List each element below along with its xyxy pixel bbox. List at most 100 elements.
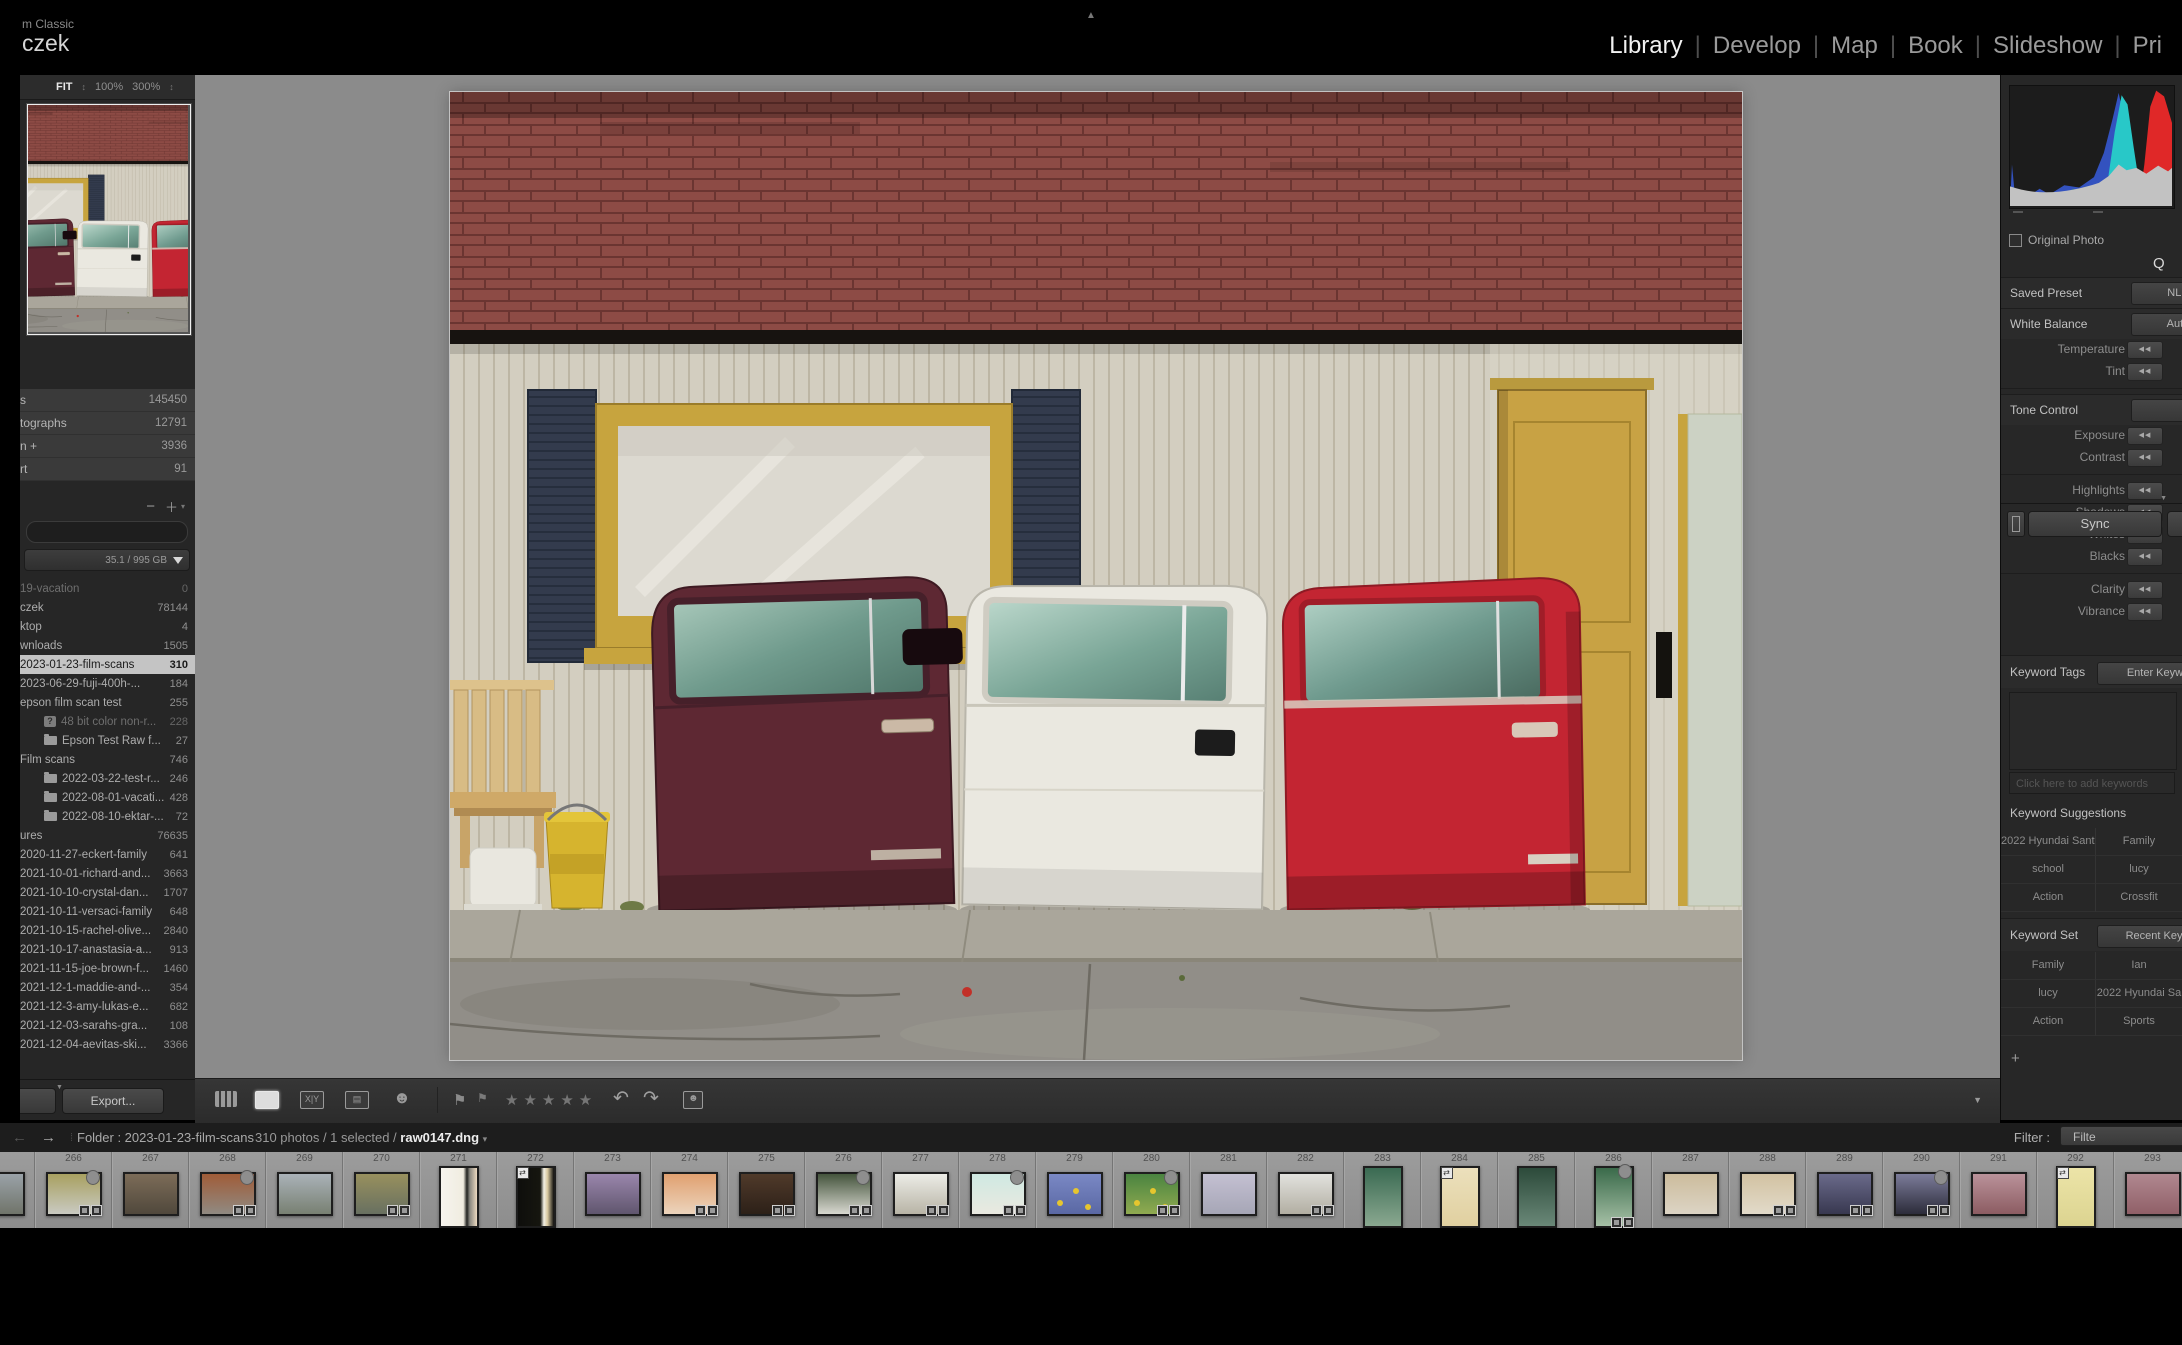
filmstrip-thumbnail[interactable]	[970, 1172, 1026, 1216]
add-folder-plus-icon[interactable]: ＋	[165, 497, 178, 516]
filter-dropdown[interactable]: Filte	[2060, 1126, 2182, 1146]
develop-badge-icon[interactable]	[399, 1205, 410, 1216]
folder-item[interactable]: 2022-03-22-test-r...246	[20, 769, 195, 788]
keyword-badge-icon[interactable]	[1611, 1217, 1622, 1228]
develop-badge-icon[interactable]	[861, 1205, 872, 1216]
folder-item[interactable]: 19-vacation0	[20, 579, 195, 598]
folder-item[interactable]: 2023-01-23-film-scans310	[20, 655, 195, 674]
add-panel-plus-icon[interactable]: +	[2011, 1050, 2020, 1067]
navigator-zoom-100[interactable]: 100%	[95, 81, 123, 93]
keyword-badge-icon[interactable]	[772, 1205, 783, 1216]
filmstrip-thumbnail[interactable]	[585, 1172, 641, 1216]
keyword-suggestion-button[interactable]: school	[2001, 856, 2096, 884]
folder-item[interactable]: ures76635	[20, 826, 195, 845]
folder-item[interactable]: 2023-06-29-fuji-400h-...184	[20, 674, 195, 693]
filmstrip-thumbnail[interactable]	[200, 1172, 256, 1216]
grid-view-icon[interactable]	[215, 1091, 237, 1107]
folder-item[interactable]: epson film scan test255	[20, 693, 195, 712]
filmstrip-cell[interactable]: 277	[882, 1152, 959, 1228]
saved-preset-dropdown[interactable]: NLP	[2131, 282, 2182, 305]
keyword-badge-icon[interactable]	[1311, 1205, 1322, 1216]
folder-item[interactable]: 2021-11-15-joe-brown-f...1460	[20, 959, 195, 978]
develop-badge-icon[interactable]	[1015, 1205, 1026, 1216]
keyword-set-dropdown[interactable]: Recent Keyw	[2097, 925, 2182, 948]
filmstrip-thumbnail[interactable]	[1517, 1166, 1557, 1228]
keyword-badge-icon[interactable]	[695, 1205, 706, 1216]
survey-view-icon[interactable]: ▤	[345, 1091, 369, 1109]
develop-badge-icon[interactable]	[1939, 1205, 1950, 1216]
filmstrip-cell[interactable]: 289	[1806, 1152, 1883, 1228]
filmstrip-thumbnail[interactable]	[123, 1172, 179, 1216]
compare-view-icon[interactable]: X|Y	[300, 1091, 324, 1109]
filmstrip-cell[interactable]: 286	[1575, 1152, 1652, 1228]
keyword-badge-icon[interactable]	[1003, 1205, 1014, 1216]
module-book[interactable]: Book	[1908, 32, 1963, 59]
navigator-preview[interactable]	[27, 104, 191, 335]
folder-item[interactable]: 2022-08-10-ektar-...72	[20, 807, 195, 826]
catalog-item[interactable]: n +3936	[20, 435, 195, 458]
filmstrip-cell[interactable]: 290	[1883, 1152, 1960, 1228]
import-button[interactable]	[20, 1088, 56, 1114]
keyword-set-button[interactable]: Ian	[2096, 952, 2182, 980]
keyword-badge-icon[interactable]	[1773, 1205, 1784, 1216]
filmstrip-cell[interactable]: 285	[1498, 1152, 1575, 1228]
filmstrip-thumbnail[interactable]	[1201, 1172, 1257, 1216]
filmstrip-cell[interactable]: 272	[497, 1152, 574, 1228]
filmstrip-thumbnail[interactable]	[816, 1172, 872, 1216]
photo-canvas[interactable]	[450, 92, 1742, 1060]
filmstrip-thumbnail[interactable]	[739, 1172, 795, 1216]
keyword-suggestion-button[interactable]: 2022 Hyundai Sant...	[2001, 828, 2096, 856]
folder-item[interactable]: 2021-10-17-anastasia-a...913	[20, 940, 195, 959]
develop-badge-icon[interactable]	[938, 1205, 949, 1216]
keyword-badge-icon[interactable]	[849, 1205, 860, 1216]
decrement-button[interactable]: ◀◀	[2127, 341, 2163, 359]
zoom-toggle-icon[interactable]: ↕	[169, 82, 174, 92]
catalog-item[interactable]: s145450	[20, 389, 195, 412]
keyword-badge-icon[interactable]	[1927, 1205, 1938, 1216]
develop-badge-icon[interactable]	[91, 1205, 102, 1216]
keyword-badge-icon[interactable]	[233, 1205, 244, 1216]
filmstrip-cell[interactable]: 271	[420, 1152, 497, 1228]
decrement-button[interactable]: ◀◀	[2127, 449, 2163, 467]
filmstrip-thumbnail[interactable]	[1894, 1172, 1950, 1216]
module-pri[interactable]: Pri	[2133, 32, 2162, 59]
keyword-set-button[interactable]: Sports	[2096, 1008, 2182, 1036]
folder-item[interactable]: Film scans746	[20, 750, 195, 769]
white-balance-dropdown[interactable]: Auto	[2131, 313, 2182, 336]
toolbar-options-caret-icon[interactable]: ▼	[1973, 1095, 1982, 1105]
back-arrow-icon[interactable]: ←	[12, 1129, 27, 1146]
filmstrip-thumbnail[interactable]	[662, 1172, 718, 1216]
navigator-zoom-300[interactable]: 300%	[132, 81, 160, 93]
auto-tone-button[interactable]	[2131, 399, 2182, 422]
keyword-entry-box[interactable]	[2009, 692, 2177, 770]
filmstrip-thumbnail[interactable]	[1047, 1172, 1103, 1216]
histogram[interactable]	[2009, 85, 2175, 209]
decrement-button[interactable]: ◀◀	[2127, 427, 2163, 445]
navigator-fit-button[interactable]: FIT	[56, 81, 73, 93]
develop-badge-icon[interactable]	[1785, 1205, 1796, 1216]
add-folder-caret-icon[interactable]: ▾	[181, 502, 185, 511]
folder-item[interactable]: 2021-10-11-versaci-family648	[20, 902, 195, 921]
folder-item[interactable]: 2020-11-27-eckert-family641	[20, 845, 195, 864]
volume-browser[interactable]: 35.1 / 995 GB	[24, 549, 190, 571]
filmstrip-thumbnail[interactable]	[2056, 1166, 2096, 1228]
original-photo-checkbox[interactable]	[2009, 234, 2022, 247]
filmstrip-thumbnail[interactable]	[1663, 1172, 1719, 1216]
filmstrip-thumbnail[interactable]	[1440, 1166, 1480, 1228]
filmstrip-cell[interactable]: 267	[112, 1152, 189, 1228]
filmstrip-cell[interactable]: 278	[959, 1152, 1036, 1228]
decrement-button[interactable]: ◀◀	[2127, 548, 2163, 566]
folder-item[interactable]: 2021-10-15-rachel-olive...2840	[20, 921, 195, 940]
keyword-suggestion-button[interactable]: Action	[2001, 884, 2096, 912]
module-library[interactable]: Library	[1609, 32, 1682, 59]
keyword-badge-icon[interactable]	[1850, 1205, 1861, 1216]
develop-badge-icon[interactable]	[1623, 1217, 1634, 1228]
loupe-view-icon[interactable]	[255, 1091, 279, 1109]
filmstrip-thumbnail[interactable]	[46, 1172, 102, 1216]
module-slideshow[interactable]: Slideshow	[1993, 32, 2102, 59]
catalog-item[interactable]: rt91	[20, 458, 195, 481]
sync-toggle-button[interactable]	[2007, 511, 2025, 537]
folder-item[interactable]: 2021-12-04-aevitas-ski...3366	[20, 1035, 195, 1054]
module-map[interactable]: Map	[1831, 32, 1878, 59]
histogram-clip-left-icon[interactable]	[2013, 211, 2023, 213]
